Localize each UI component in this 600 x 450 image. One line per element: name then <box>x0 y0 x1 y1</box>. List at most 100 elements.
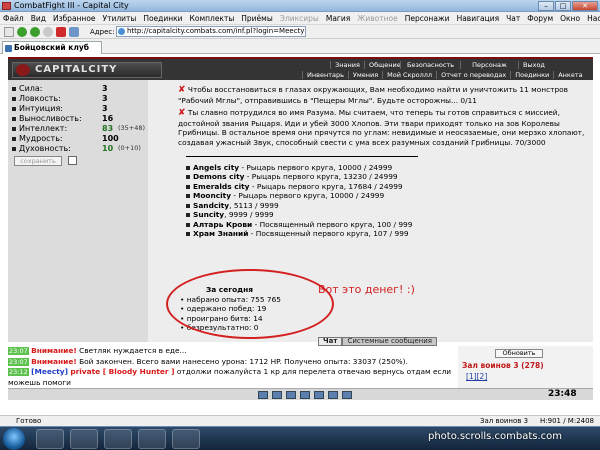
clear-icon[interactable] <box>272 391 282 399</box>
menu-item[interactable]: Настройки <box>587 14 600 23</box>
menu-item[interactable]: Магия <box>326 14 350 23</box>
page-icon[interactable] <box>4 27 14 37</box>
menu-item[interactable]: Вид <box>31 14 46 23</box>
window-title: CombatFight III - Capital City <box>14 1 129 10</box>
forward-arrow-icon[interactable] <box>30 27 40 37</box>
refresh-button[interactable]: Обновить <box>495 349 543 358</box>
menu-item[interactable]: Форум <box>527 14 553 23</box>
stat-value: 100 <box>102 134 119 143</box>
nav-top-item[interactable]: Персонаж <box>460 61 518 69</box>
nav-bottom-item[interactable]: Инвентарь <box>302 71 348 79</box>
chat-private-target[interactable]: private [ Bloody Hunter ] <box>70 367 174 376</box>
bullet-icon <box>186 184 190 189</box>
nav-top-item[interactable]: Выход <box>518 61 548 69</box>
nav-bottom-item[interactable]: Поединки <box>510 71 553 79</box>
nav-top-item[interactable]: Безопасность <box>400 61 460 69</box>
nav-bottom-item[interactable]: Анкета <box>553 71 586 79</box>
stop-icon[interactable] <box>56 27 66 37</box>
translit-icon[interactable] <box>328 391 338 399</box>
bullet-icon <box>12 96 16 101</box>
menu-item[interactable]: Навигация <box>457 14 500 23</box>
menu-item[interactable]: Поединки <box>143 14 182 23</box>
address-input[interactable]: http://capitalcity.combats.com/inf.pl?lo… <box>116 26 306 37</box>
stat-row: Интеллект: 83 (35+48) <box>12 124 145 133</box>
filter-icon[interactable] <box>286 391 296 399</box>
bullet-icon <box>12 86 16 91</box>
status-text: Готово <box>16 417 42 425</box>
chat-text: Бой закончен. Всего вами нанесено урона:… <box>76 356 408 366</box>
refresh-icon[interactable] <box>43 27 53 37</box>
app-task-icon[interactable] <box>172 429 200 449</box>
menu-item[interactable]: Избранное <box>53 14 96 23</box>
menu-item[interactable]: Животное <box>357 14 397 23</box>
city-rank: - Рыцарь первого круга, 10000 / 24999 <box>231 191 385 201</box>
bullet-icon <box>12 106 16 111</box>
sound-icon[interactable] <box>314 391 324 399</box>
menu-item[interactable]: Персонажи <box>405 14 450 23</box>
stat-value: 16 <box>102 114 114 123</box>
bullet-icon <box>186 194 190 199</box>
city-rank: - Рыцарь первого круга, 13230 / 24999 <box>244 172 398 182</box>
tab-system-messages[interactable]: Системные сообщения <box>342 337 437 346</box>
save-checkbox[interactable] <box>68 156 77 165</box>
menu-item[interactable]: Чат <box>506 14 520 23</box>
settings-icon[interactable] <box>300 391 310 399</box>
bullet-icon <box>12 116 16 121</box>
chat-sender[interactable]: [Meecty] <box>31 367 68 376</box>
toolbar: Адрес: http://capitalcity.combats.com/in… <box>0 25 600 39</box>
exit-icon[interactable] <box>342 391 352 399</box>
nav-top: Знания Общение Безопасность Персонаж Выход <box>330 61 548 69</box>
city-rank: , 5113 / 9999 <box>229 200 279 210</box>
chat-time: 23:07 <box>8 347 29 355</box>
menu-item[interactable]: Приёмы <box>241 14 272 23</box>
city-rank: - Рыцарь первого круга, 17684 / 24999 <box>249 181 403 191</box>
city-name: Sandcity <box>193 200 230 210</box>
city-name: Храм Знаний <box>193 229 249 239</box>
media-task-icon[interactable] <box>70 429 98 449</box>
stat-row: Сила: 3 <box>12 84 108 93</box>
nav-top-item[interactable]: Знания <box>330 61 364 69</box>
cross-icon: ✘ <box>178 108 186 119</box>
tab-fight-club[interactable]: Бойцовский клуб <box>2 41 102 54</box>
player-task-icon[interactable] <box>104 429 132 449</box>
close-button[interactable]: ✕ <box>572 1 598 11</box>
maximize-button[interactable]: □ <box>555 1 571 11</box>
menu-item[interactable]: Утилиты <box>103 14 137 23</box>
back-arrow-icon[interactable] <box>17 27 27 37</box>
nav-top-item[interactable]: Общение <box>364 61 401 69</box>
status-room: Зал воинов 3 <box>480 417 529 425</box>
nav-bottom-item[interactable]: Отчет о переводах <box>436 71 510 79</box>
pages-link[interactable]: [1][2] <box>466 372 487 381</box>
city-rank: - Посвященный первого круга, 100 / 999 <box>252 219 413 229</box>
stat-label: Ловкость: <box>19 94 61 103</box>
nav-bottom-item[interactable]: Умения <box>347 71 382 79</box>
quest-2: ✘ Ты славно потрудился во имя Разума. Мы… <box>178 108 588 147</box>
menu-item[interactable]: Комплекты <box>190 14 235 23</box>
quest-1-text: Чтобы восстановиться в глазах окружающих… <box>178 85 569 105</box>
game-task-icon[interactable] <box>138 429 166 449</box>
bullet-icon <box>12 126 16 131</box>
quest-2-text: Ты славно потрудился во имя Разума. Мы с… <box>178 108 585 147</box>
bullet-icon <box>186 165 190 170</box>
city-row: Demons city - Рыцарь первого круга, 1323… <box>178 172 588 182</box>
home-icon[interactable] <box>69 27 79 37</box>
city-row: Suncity, 9999 / 9999 <box>178 210 588 220</box>
menu-item[interactable]: Эликсиры <box>280 14 319 23</box>
city-name: Mooncity <box>193 191 232 201</box>
smile-icon[interactable] <box>258 391 268 399</box>
tab-chat[interactable]: Чат <box>318 337 343 346</box>
menu-item[interactable]: Файл <box>3 14 24 23</box>
city-name: Angels city <box>193 162 240 172</box>
nav-bottom-item[interactable]: Мой Скроллл <box>382 71 436 79</box>
city-row: Mooncity - Рыцарь первого круга, 10000 /… <box>178 191 588 201</box>
minimize-button[interactable]: – <box>538 1 554 11</box>
address-url: http://capitalcity.combats.com/inf.pl?lo… <box>127 27 305 35</box>
game-logo: CAPITALCITY <box>12 62 162 78</box>
explorer-task-icon[interactable] <box>36 429 64 449</box>
menu-item[interactable]: Окно <box>560 14 580 23</box>
save-button[interactable]: сохранить <box>14 156 62 166</box>
start-button[interactable] <box>3 428 25 450</box>
stat-row: Выносливость: 16 <box>12 114 113 123</box>
stats-panel: Сила: 3 Ловкость: 3 Интуиция: 3 Выносливость: 1… <box>8 80 148 342</box>
globe-icon <box>118 28 125 35</box>
